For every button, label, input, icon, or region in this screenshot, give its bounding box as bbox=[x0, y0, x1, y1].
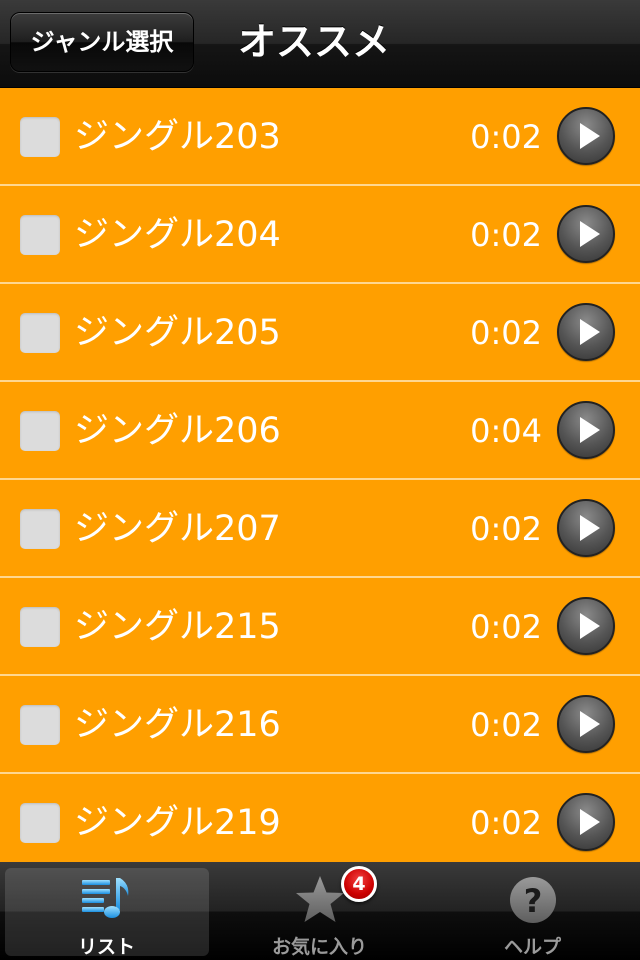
item-duration: 0:02 bbox=[470, 314, 542, 352]
checkbox[interactable] bbox=[20, 117, 60, 157]
play-button[interactable] bbox=[557, 107, 615, 165]
navigation-bar: ジャンル選択 オススメ bbox=[0, 0, 640, 88]
item-duration: 0:02 bbox=[470, 608, 542, 646]
list-item[interactable]: ジングル215 0:02 bbox=[0, 578, 640, 676]
play-button[interactable] bbox=[557, 499, 615, 557]
item-duration: 0:02 bbox=[470, 706, 542, 744]
checkbox[interactable] bbox=[20, 313, 60, 353]
list-item[interactable]: ジングル203 0:02 bbox=[0, 88, 640, 186]
item-title: ジングル219 bbox=[74, 803, 281, 843]
item-title: ジングル205 bbox=[74, 313, 281, 353]
item-title: ジングル206 bbox=[74, 411, 281, 451]
item-title: ジングル203 bbox=[74, 117, 281, 157]
tab-bar: リスト お気に入り ? ヘルプ bbox=[0, 862, 640, 960]
checkbox[interactable] bbox=[20, 509, 60, 549]
tab-label: リスト bbox=[77, 936, 135, 958]
list-item[interactable]: ジングル204 0:02 bbox=[0, 186, 640, 284]
play-button[interactable] bbox=[557, 695, 615, 753]
item-title: ジングル216 bbox=[74, 705, 281, 745]
tab-list[interactable]: リスト bbox=[0, 862, 213, 960]
list-item[interactable]: ジングル216 0:02 bbox=[0, 676, 640, 774]
page-title: オススメ bbox=[238, 20, 391, 64]
item-duration: 0:02 bbox=[470, 118, 542, 156]
play-button[interactable] bbox=[557, 303, 615, 361]
star-icon bbox=[295, 876, 344, 922]
list-item[interactable]: ジングル206 0:04 bbox=[0, 382, 640, 480]
checkbox[interactable] bbox=[20, 215, 60, 255]
item-duration: 0:02 bbox=[470, 510, 542, 548]
item-title: ジングル207 bbox=[74, 509, 281, 549]
list-item[interactable]: ジングル205 0:02 bbox=[0, 284, 640, 382]
play-button[interactable] bbox=[557, 401, 615, 459]
favorites-badge: 4 bbox=[341, 866, 377, 902]
item-duration: 0:04 bbox=[470, 412, 542, 450]
tab-label: お気に入り bbox=[271, 936, 367, 958]
checkbox[interactable] bbox=[20, 607, 60, 647]
tab-help[interactable]: ? ヘルプ bbox=[426, 862, 639, 960]
help-icon: ? bbox=[509, 877, 556, 923]
list-item[interactable]: ジングル207 0:02 bbox=[0, 480, 640, 578]
item-duration: 0:02 bbox=[470, 804, 542, 842]
tab-label: ヘルプ bbox=[503, 936, 561, 958]
checkbox[interactable] bbox=[20, 411, 60, 451]
svg-text:?: ? bbox=[523, 882, 542, 920]
item-title: ジングル215 bbox=[74, 607, 281, 647]
play-button[interactable] bbox=[557, 793, 615, 851]
tab-favorites[interactable]: お気に入り bbox=[213, 862, 426, 960]
item-duration: 0:02 bbox=[470, 216, 542, 254]
play-button[interactable] bbox=[557, 597, 615, 655]
item-title: ジングル204 bbox=[74, 215, 281, 255]
checkbox[interactable] bbox=[20, 803, 60, 843]
jingle-list[interactable]: ジングル203 0:02 ジングル204 0:02 ジングル205 0:02 ジ… bbox=[0, 88, 640, 862]
genre-select-button[interactable]: ジャンル選択 bbox=[10, 12, 194, 72]
list-item[interactable]: ジングル219 0:02 bbox=[0, 774, 640, 862]
play-button[interactable] bbox=[557, 205, 615, 263]
checkbox[interactable] bbox=[20, 705, 60, 745]
music-list-icon bbox=[81, 878, 128, 918]
